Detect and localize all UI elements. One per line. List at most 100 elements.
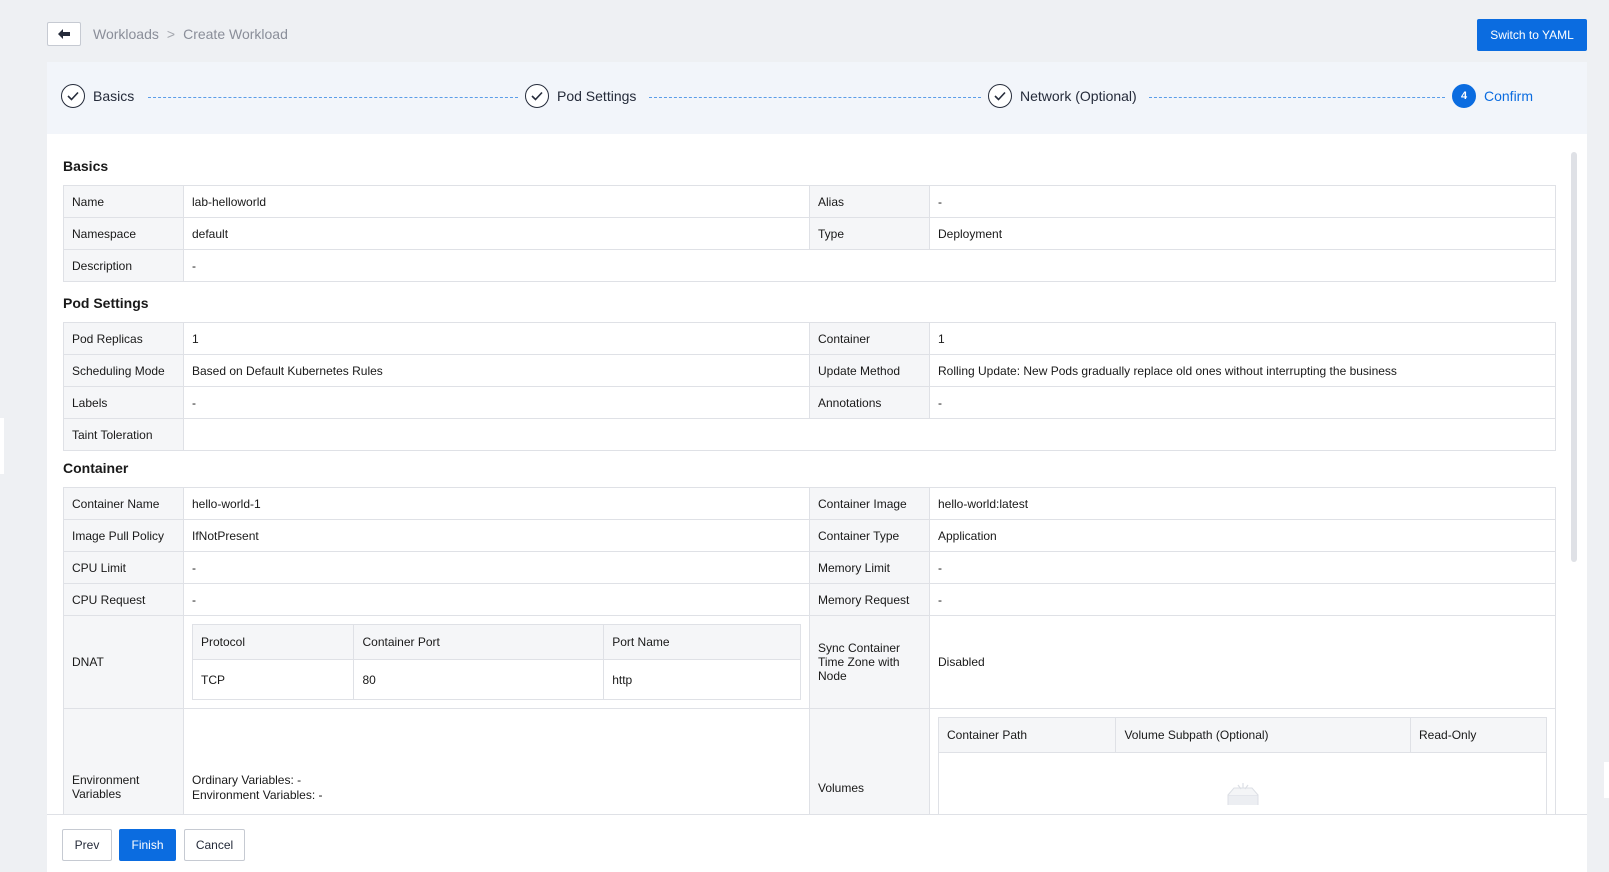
- step-label: Basics: [93, 88, 135, 104]
- field-value: -: [183, 583, 810, 616]
- breadcrumb-workloads[interactable]: Workloads: [93, 26, 159, 42]
- field-label: Annotations: [809, 386, 930, 419]
- field-label: Pod Replicas: [63, 322, 184, 355]
- field-label: Name: [63, 185, 184, 218]
- field-value: hello-world-1: [183, 487, 810, 520]
- check-icon: [988, 84, 1012, 108]
- field-label: Memory Limit: [809, 551, 930, 584]
- arrow-left-icon: [58, 29, 70, 39]
- breadcrumb: Workloads > Create Workload: [93, 26, 288, 42]
- field-value: -: [183, 551, 810, 584]
- table-row: Scheduling Mode Based on Default Kuberne…: [63, 354, 1556, 387]
- side-handle[interactable]: [1604, 762, 1609, 798]
- field-value: default: [183, 217, 810, 250]
- dnat-table: Protocol Container Port Port Name TCP 80…: [191, 624, 801, 700]
- wizard-footer: Prev Finish Cancel: [47, 814, 1587, 872]
- step-number-badge: 4: [1452, 84, 1476, 108]
- step-label: Network (Optional): [1020, 88, 1137, 104]
- back-button[interactable]: [47, 22, 81, 46]
- field-label: Container: [809, 322, 930, 355]
- field-value: hello-world:latest: [929, 487, 1556, 520]
- field-label: Container Image: [809, 487, 930, 520]
- breadcrumb-separator: >: [166, 26, 176, 42]
- field-label: Labels: [63, 386, 184, 419]
- wizard-steps: Basics Pod Settings Network (Optional) 4…: [47, 62, 1587, 134]
- field-label: CPU Limit: [63, 551, 184, 584]
- step-label: Pod Settings: [557, 88, 637, 104]
- step-connector: [148, 97, 518, 98]
- vertical-scrollbar[interactable]: [1571, 152, 1577, 562]
- step-network[interactable]: Network (Optional): [988, 84, 1137, 108]
- field-value: IfNotPresent: [183, 519, 810, 552]
- wizard-card: Basics Pod Settings Network (Optional) 4…: [47, 62, 1587, 872]
- table-row: Image Pull Policy IfNotPresent Container…: [63, 519, 1556, 552]
- column-header: Read-Only: [1410, 717, 1547, 753]
- step-pod-settings[interactable]: Pod Settings: [525, 84, 636, 108]
- field-label: Taint Toleration: [63, 418, 184, 451]
- field-label: Update Method: [809, 354, 930, 387]
- table-row: Description -: [63, 249, 1556, 282]
- step-connector: [649, 97, 981, 98]
- field-label: Scheduling Mode: [63, 354, 184, 387]
- top-bar: Workloads > Create Workload Switch to YA…: [0, 0, 1609, 62]
- step-basics[interactable]: Basics: [61, 84, 134, 108]
- column-header: Volume Subpath (Optional): [1115, 717, 1412, 753]
- table-row: Namespace default Type Deployment: [63, 217, 1556, 250]
- env-ordinary: Ordinary Variables: -: [192, 773, 302, 787]
- dnat-cell: 80: [353, 659, 605, 700]
- field-label: CPU Request: [63, 583, 184, 616]
- table-row: DNAT Protocol Container Port Port Name T…: [63, 615, 1556, 709]
- check-icon: [61, 84, 85, 108]
- field-value: Disabled: [929, 615, 1556, 709]
- field-label: Container Type: [809, 519, 930, 552]
- table-row: Name lab-helloworld Alias -: [63, 185, 1556, 218]
- cancel-button[interactable]: Cancel: [184, 829, 245, 861]
- field-value: 1: [929, 322, 1556, 355]
- table-row: Pod Replicas 1 Container 1: [63, 322, 1556, 355]
- side-handle[interactable]: [0, 418, 4, 474]
- column-header: Container Path: [937, 717, 1117, 753]
- field-label: Memory Request: [809, 583, 930, 616]
- table-row: CPU Limit - Memory Limit -: [63, 551, 1556, 584]
- field-label: Description: [63, 249, 184, 282]
- field-value: -: [183, 249, 1556, 282]
- breadcrumb-create-workload: Create Workload: [183, 26, 288, 42]
- field-value: Based on Default Kubernetes Rules: [183, 354, 810, 387]
- volumes-header-row: Container Path Volume Subpath (Optional)…: [937, 717, 1547, 753]
- field-value: 1: [183, 322, 810, 355]
- field-label: Alias: [809, 185, 930, 218]
- env-environment: Environment Variables: -: [192, 788, 323, 802]
- field-label: Image Pull Policy: [63, 519, 184, 552]
- field-value: Rolling Update: New Pods gradually repla…: [929, 354, 1556, 387]
- table-row: Labels - Annotations -: [63, 386, 1556, 419]
- step-confirm[interactable]: 4 Confirm: [1452, 84, 1533, 108]
- table-row: CPU Request - Memory Request -: [63, 583, 1556, 616]
- field-value: -: [183, 386, 810, 419]
- dnat-row: TCP 80 http: [191, 659, 801, 700]
- field-value: [183, 418, 1556, 451]
- section-title-basics: Basics: [63, 158, 109, 174]
- step-label: Confirm: [1484, 88, 1534, 104]
- field-value: -: [929, 185, 1556, 218]
- field-value: Application: [929, 519, 1556, 552]
- prev-button[interactable]: Prev: [62, 829, 112, 861]
- section-title-container: Container: [63, 460, 129, 476]
- field-label: Container Name: [63, 487, 184, 520]
- finish-button[interactable]: Finish: [119, 829, 176, 861]
- field-value: lab-helloworld: [183, 185, 810, 218]
- column-header: Protocol: [191, 624, 355, 660]
- dnat-header-row: Protocol Container Port Port Name: [191, 624, 801, 660]
- field-value: Deployment: [929, 217, 1556, 250]
- dnat-value: Protocol Container Port Port Name TCP 80…: [183, 615, 810, 709]
- field-label: Type: [809, 217, 930, 250]
- table-row: Container Name hello-world-1 Container I…: [63, 487, 1556, 520]
- field-label: DNAT: [63, 615, 184, 709]
- step-connector: [1149, 97, 1445, 98]
- column-header: Container Port: [353, 624, 605, 660]
- field-value: -: [929, 583, 1556, 616]
- field-value: -: [929, 386, 1556, 419]
- switch-to-yaml-button[interactable]: Switch to YAML: [1477, 19, 1587, 51]
- basics-table: Name lab-helloworld Alias - Namespace de…: [63, 185, 1556, 282]
- column-header: Port Name: [603, 624, 801, 660]
- section-title-pod-settings: Pod Settings: [63, 295, 149, 311]
